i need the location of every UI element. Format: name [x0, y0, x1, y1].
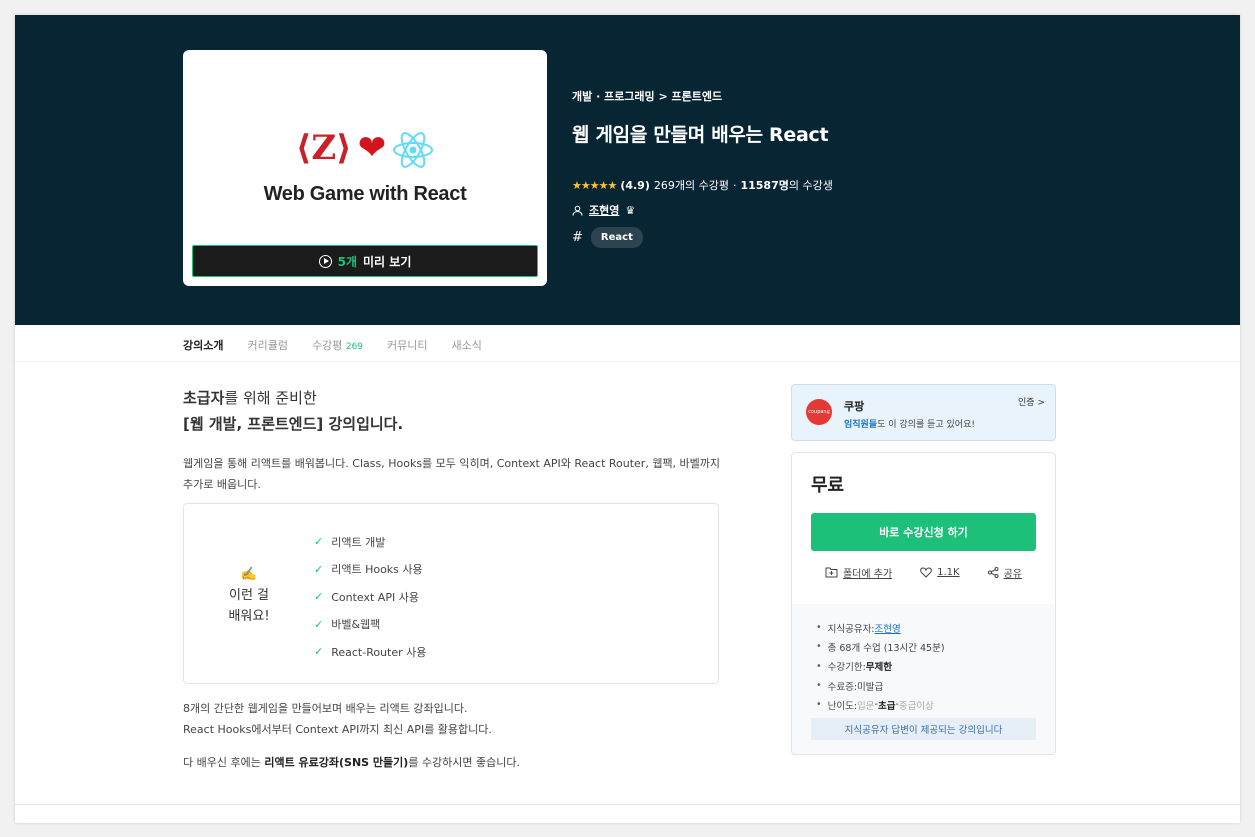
learn-item: ✓ 리액트 개발	[314, 535, 386, 549]
tabs-divider	[15, 361, 1240, 362]
sidebar: coupang 쿠팡 임직원들도 이 강의를 듣고 있어요! 인증 > 무료 바…	[791, 384, 1056, 755]
learn-box: ✍️ 이런 걸 배워요! ✓ 리액트 개발 ✓ 리액트 Hooks 사용 ✓ Cont…	[183, 503, 719, 684]
tag-row: # React	[572, 227, 833, 248]
hash-icon: #	[572, 230, 583, 245]
tab-community[interactable]: 커뮤니티	[387, 337, 427, 361]
meta-level: 난이도: 입문 - 초급 - 중급이상	[816, 695, 1055, 714]
course-title: 웹 게임을 만들며 배우는 React	[572, 124, 829, 146]
user-icon	[572, 205, 583, 216]
description-paragraph: 8개의 간단한 웹게임을 만들어보며 배우는 리액트 강좌입니다. React …	[183, 702, 492, 736]
preview-button[interactable]: 5개 미리 보기	[192, 245, 538, 277]
learn-item: ✓ 바벨&웹팩	[314, 617, 381, 632]
purchase-card: 무료 바로 수강신청 하기 폴더에 추가 1.1K 공유 지식공유자: 조현영 …	[791, 452, 1056, 755]
check-icon: ✓	[314, 562, 324, 576]
tab-curriculum[interactable]: 커리큘럼	[247, 337, 287, 361]
student-count: 11587명	[740, 179, 789, 192]
page-frame: ⟨Z⟩ ❤ Web Game with React 5개 미리 보기 개발 · 프…	[15, 15, 1240, 823]
preview-count: 5개	[337, 254, 358, 269]
review-count[interactable]: 269개의 수강평	[654, 177, 729, 193]
tab-intro[interactable]: 강의소개	[183, 337, 223, 361]
course-description: 초급자를 위해 준비한 [웹 개발, 프론트엔드] 강의입니다. 웹게임을 통해…	[183, 385, 723, 770]
meta-instructor: 지식공유자: 조현영	[816, 618, 1055, 637]
learn-item: ✓ Context API 사용	[314, 590, 419, 604]
breadcrumb[interactable]: 개발 · 프로그래밍 > 프론트엔드	[572, 88, 833, 104]
share-icon	[987, 567, 999, 578]
course-hero: ⟨Z⟩ ❤ Web Game with React 5개 미리 보기 개발 · 프…	[15, 15, 1240, 325]
react-logo-icon	[393, 131, 434, 168]
thumbnail-title: Web Game with React	[263, 183, 467, 205]
folder-plus-icon	[825, 567, 838, 578]
thumbnail-logo: ⟨Z⟩ ❤	[183, 128, 547, 170]
crown-icon: ♛	[625, 203, 636, 217]
tag-react[interactable]: React	[590, 227, 643, 248]
check-icon: ✓	[314, 645, 324, 659]
rating-row: ★★★★★ (4.9) 269개의 수강평 · 11587명의 수강생	[572, 177, 833, 193]
instructor-meta-link[interactable]: 조현영	[875, 621, 901, 635]
learn-item: ✓ React-Router 사용	[314, 645, 427, 659]
course-meta: 지식공유자: 조현영 총 68개 수업 (13시간 45분) 수강기한: 무제한…	[792, 604, 1055, 754]
add-folder-button[interactable]: 폴더에 추가	[825, 565, 892, 580]
like-button[interactable]: 1.1K	[920, 565, 960, 580]
check-icon: ✓	[314, 535, 324, 549]
course-thumbnail[interactable]: ⟨Z⟩ ❤ Web Game with React 5개 미리 보기	[183, 50, 547, 286]
share-button[interactable]: 공유	[987, 565, 1022, 580]
recommendation-paragraph: 다 배우신 후에는 리액트 유료강좌(SNS 만들기)를 수강하시면 좋습니다.	[183, 756, 521, 769]
course-tabs: 강의소개 커리큘럼 수강평 269 커뮤니티 새소식	[183, 337, 482, 361]
instructor-link[interactable]: 조현영	[589, 202, 619, 218]
student-suffix: 의 수강생	[788, 179, 833, 192]
star-rating-icon: ★★★★★	[572, 178, 617, 192]
writing-hand-icon: ✍️	[240, 567, 258, 582]
intro-heading: 초급자를 위해 준비한 [웹 개발, 프론트엔드] 강의입니다.	[183, 389, 404, 433]
rating-value: (4.9)	[620, 178, 650, 192]
learn-title: ✍️ 이런 걸 배워요!	[214, 564, 284, 627]
tab-reviews[interactable]: 수강평 269	[312, 337, 363, 361]
zerocho-logo-icon: ⟨Z⟩	[295, 128, 352, 168]
meta-certificate: 수료증: 미발급	[816, 676, 1055, 695]
footer-divider	[15, 804, 1240, 805]
learn-item: ✓ 리액트 Hooks 사용	[314, 562, 423, 577]
check-icon: ✓	[314, 617, 324, 631]
instructor-row: 조현영 ♛	[572, 202, 833, 218]
tab-news[interactable]: 새소식	[452, 337, 482, 361]
meta-period: 수강기한: 무제한	[816, 657, 1055, 676]
company-subtext: 임직원들도 이 강의를 듣고 있어요!	[844, 420, 975, 430]
enroll-button[interactable]: 바로 수강신청 하기	[811, 513, 1036, 551]
separator-dot: ·	[732, 178, 737, 192]
heart-outline-icon	[920, 567, 932, 578]
learn-list: ✓ 리액트 개발 ✓ 리액트 Hooks 사용 ✓ Context API 사용 ✓ 바…	[314, 528, 426, 666]
check-icon: ✓	[314, 590, 324, 604]
play-icon	[318, 254, 332, 268]
meta-lessons: 총 68개 수업 (13시간 45분)	[816, 637, 1055, 656]
action-row: 폴더에 추가 1.1K 공유	[811, 565, 1036, 580]
company-name: 쿠팡	[844, 400, 865, 413]
course-info: 개발 · 프로그래밍 > 프론트엔드 웹 게임을 만들며 배우는 React ★…	[572, 88, 833, 248]
verify-link[interactable]: 인증 >	[1018, 395, 1045, 408]
preview-label: 미리 보기	[363, 254, 412, 269]
answer-notice: 지식공유자 답변이 제공되는 강의입니다	[811, 718, 1036, 740]
review-tab-count: 269	[345, 342, 364, 352]
intro-description: 웹게임을 통해 리액트를 배워봅니다. Class, Hooks를 모두 익히며…	[183, 457, 721, 491]
price: 무료	[811, 475, 845, 496]
company-banner: coupang 쿠팡 임직원들도 이 강의를 듣고 있어요! 인증 >	[791, 384, 1056, 441]
heart-icon: ❤	[357, 128, 387, 168]
coupang-logo-icon: coupang	[806, 399, 832, 425]
